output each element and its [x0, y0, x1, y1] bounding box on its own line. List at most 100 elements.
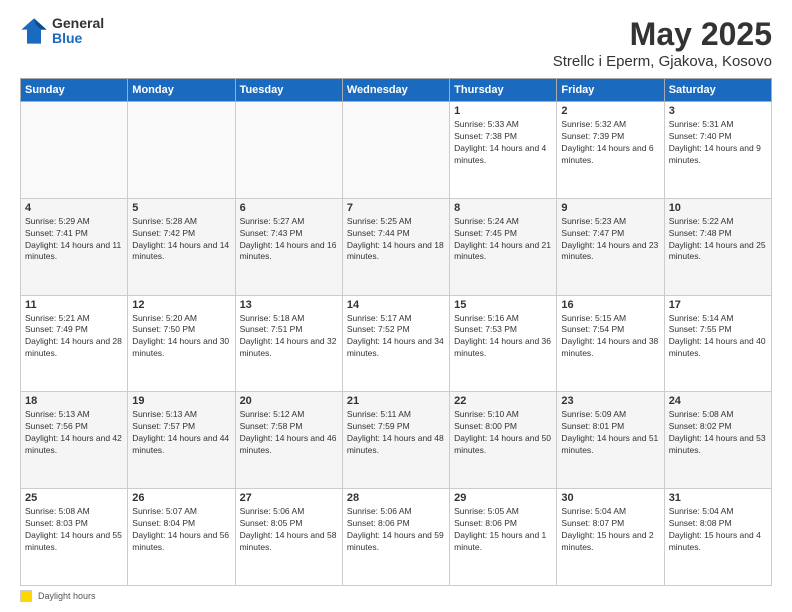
calendar-table: Sunday Monday Tuesday Wednesday Thursday…	[20, 78, 772, 586]
legend: Daylight hours	[20, 590, 772, 602]
day-number: 6	[240, 202, 338, 214]
day-info: Sunrise: 5:13 AM Sunset: 7:57 PM Dayligh…	[132, 409, 230, 457]
title-block: May 2025 Strellc i Eperm, Gjakova, Kosov…	[553, 16, 772, 70]
day-cell-1-6: 10Sunrise: 5:22 AM Sunset: 7:48 PM Dayli…	[664, 198, 771, 295]
day-number: 1	[454, 105, 552, 117]
day-cell-3-2: 20Sunrise: 5:12 AM Sunset: 7:58 PM Dayli…	[235, 392, 342, 489]
day-number: 7	[347, 202, 445, 214]
day-info: Sunrise: 5:06 AM Sunset: 8:05 PM Dayligh…	[240, 506, 338, 554]
legend-box	[20, 590, 32, 602]
day-cell-1-5: 9 Sunrise: 5:23 AM Sunset: 7:47 PM Daylig…	[557, 198, 664, 295]
day-number: 29	[454, 492, 552, 504]
day-cell-0-0	[21, 102, 128, 199]
day-info: Sunrise: 5:25 AM Sunset: 7:44 PM Dayligh…	[347, 216, 445, 264]
day-cell-2-3: 14 Sunrise: 5:17 AM Sunset: 7:52 PM Dayli…	[342, 295, 449, 392]
header-wednesday: Wednesday	[342, 79, 449, 102]
day-cell-4-1: 26Sunrise: 5:07 AM Sunset: 8:04 PM Dayli…	[128, 489, 235, 586]
day-info: Sunrise: 5:15 AM Sunset: 7:54 PM Dayligh…	[561, 313, 659, 361]
logo-general-text: General	[52, 16, 104, 31]
logo-icon	[20, 17, 48, 45]
day-info: Sunrise: 5:29 AM Sunset: 7:41 PM Dayligh…	[25, 216, 123, 264]
day-cell-4-3: 28Sunrise: 5:06 AM Sunset: 8:06 PM Dayli…	[342, 489, 449, 586]
day-cell-3-6: 24 Sunrise: 5:08 AM Sunset: 8:02 PM Dayli…	[664, 392, 771, 489]
header-sunday: Sunday	[21, 79, 128, 102]
day-cell-3-1: 19 Sunrise: 5:13 AM Sunset: 7:57 PM Dayli…	[128, 392, 235, 489]
day-cell-0-6: 3 Sunrise: 5:31 AM Sunset: 7:40 PM Daylig…	[664, 102, 771, 199]
day-info: Sunrise: 5:33 AM Sunset: 7:38 PM Dayligh…	[454, 119, 552, 167]
day-cell-3-4: 22 Sunrise: 5:10 AM Sunset: 8:00 PM Dayli…	[450, 392, 557, 489]
week-row-3: 11 Sunrise: 5:21 AM Sunset: 7:49 PM Dayli…	[21, 295, 772, 392]
day-info: Sunrise: 5:20 AM Sunset: 7:50 PM Dayligh…	[132, 313, 230, 361]
main-title: May 2025	[553, 16, 772, 53]
day-info: Sunrise: 5:11 AM Sunset: 7:59 PM Dayligh…	[347, 409, 445, 457]
day-number: 16	[561, 299, 659, 311]
legend-label: Daylight hours	[38, 591, 96, 601]
week-row-5: 25 Sunrise: 5:08 AM Sunset: 8:03 PM Dayli…	[21, 489, 772, 586]
day-cell-4-0: 25 Sunrise: 5:08 AM Sunset: 8:03 PM Dayli…	[21, 489, 128, 586]
day-cell-2-0: 11 Sunrise: 5:21 AM Sunset: 7:49 PM Dayli…	[21, 295, 128, 392]
header-tuesday: Tuesday	[235, 79, 342, 102]
day-info: Sunrise: 5:10 AM Sunset: 8:00 PM Dayligh…	[454, 409, 552, 457]
day-info: Sunrise: 5:31 AM Sunset: 7:40 PM Dayligh…	[669, 119, 767, 167]
day-number: 3	[669, 105, 767, 117]
day-cell-0-1	[128, 102, 235, 199]
day-number: 21	[347, 395, 445, 407]
day-cell-2-6: 17 Sunrise: 5:14 AM Sunset: 7:55 PM Dayli…	[664, 295, 771, 392]
day-info: Sunrise: 5:18 AM Sunset: 7:51 PM Dayligh…	[240, 313, 338, 361]
day-info: Sunrise: 5:23 AM Sunset: 7:47 PM Dayligh…	[561, 216, 659, 264]
day-number: 11	[25, 299, 123, 311]
week-row-1: 1 Sunrise: 5:33 AM Sunset: 7:38 PM Daylig…	[21, 102, 772, 199]
day-number: 14	[347, 299, 445, 311]
day-number: 2	[561, 105, 659, 117]
day-number: 31	[669, 492, 767, 504]
day-info: Sunrise: 5:08 AM Sunset: 8:02 PM Dayligh…	[669, 409, 767, 457]
day-number: 24	[669, 395, 767, 407]
day-info: Sunrise: 5:27 AM Sunset: 7:43 PM Dayligh…	[240, 216, 338, 264]
day-cell-0-2	[235, 102, 342, 199]
day-info: Sunrise: 5:06 AM Sunset: 8:06 PM Dayligh…	[347, 506, 445, 554]
day-info: Sunrise: 5:21 AM Sunset: 7:49 PM Dayligh…	[25, 313, 123, 361]
week-row-4: 18 Sunrise: 5:13 AM Sunset: 7:56 PM Dayli…	[21, 392, 772, 489]
day-info: Sunrise: 5:28 AM Sunset: 7:42 PM Dayligh…	[132, 216, 230, 264]
day-info: Sunrise: 5:22 AM Sunset: 7:48 PM Dayligh…	[669, 216, 767, 264]
day-number: 27	[240, 492, 338, 504]
day-info: Sunrise: 5:14 AM Sunset: 7:55 PM Dayligh…	[669, 313, 767, 361]
day-cell-2-1: 12 Sunrise: 5:20 AM Sunset: 7:50 PM Dayli…	[128, 295, 235, 392]
day-number: 18	[25, 395, 123, 407]
day-number: 17	[669, 299, 767, 311]
day-cell-0-3	[342, 102, 449, 199]
day-info: Sunrise: 5:04 AM Sunset: 8:08 PM Dayligh…	[669, 506, 767, 554]
day-number: 8	[454, 202, 552, 214]
day-number: 19	[132, 395, 230, 407]
day-cell-1-3: 7 Sunrise: 5:25 AM Sunset: 7:44 PM Daylig…	[342, 198, 449, 295]
logo-text: General Blue	[52, 16, 104, 47]
week-row-2: 4 Sunrise: 5:29 AM Sunset: 7:41 PM Daylig…	[21, 198, 772, 295]
day-cell-1-4: 8Sunrise: 5:24 AM Sunset: 7:45 PM Daylig…	[450, 198, 557, 295]
day-info: Sunrise: 5:17 AM Sunset: 7:52 PM Dayligh…	[347, 313, 445, 361]
day-number: 22	[454, 395, 552, 407]
day-number: 12	[132, 299, 230, 311]
subtitle: Strellc i Eperm, Gjakova, Kosovo	[553, 53, 772, 70]
calendar-header-row: Sunday Monday Tuesday Wednesday Thursday…	[21, 79, 772, 102]
day-cell-3-0: 18 Sunrise: 5:13 AM Sunset: 7:56 PM Dayli…	[21, 392, 128, 489]
day-number: 30	[561, 492, 659, 504]
logo: General Blue	[20, 16, 104, 47]
day-cell-3-5: 23Sunrise: 5:09 AM Sunset: 8:01 PM Dayli…	[557, 392, 664, 489]
day-number: 13	[240, 299, 338, 311]
day-cell-4-4: 29 Sunrise: 5:05 AM Sunset: 8:06 PM Dayli…	[450, 489, 557, 586]
day-info: Sunrise: 5:05 AM Sunset: 8:06 PM Dayligh…	[454, 506, 552, 554]
day-cell-4-6: 31 Sunrise: 5:04 AM Sunset: 8:08 PM Dayli…	[664, 489, 771, 586]
day-info: Sunrise: 5:08 AM Sunset: 8:03 PM Dayligh…	[25, 506, 123, 554]
day-number: 25	[25, 492, 123, 504]
day-number: 4	[25, 202, 123, 214]
day-cell-0-5: 2Sunrise: 5:32 AM Sunset: 7:39 PM Daylig…	[557, 102, 664, 199]
day-cell-3-3: 21 Sunrise: 5:11 AM Sunset: 7:59 PM Dayli…	[342, 392, 449, 489]
day-number: 9	[561, 202, 659, 214]
day-info: Sunrise: 5:07 AM Sunset: 8:04 PM Dayligh…	[132, 506, 230, 554]
day-info: Sunrise: 5:04 AM Sunset: 8:07 PM Dayligh…	[561, 506, 659, 554]
day-info: Sunrise: 5:09 AM Sunset: 8:01 PM Dayligh…	[561, 409, 659, 457]
day-info: Sunrise: 5:13 AM Sunset: 7:56 PM Dayligh…	[25, 409, 123, 457]
day-cell-4-5: 30 Sunrise: 5:04 AM Sunset: 8:07 PM Dayli…	[557, 489, 664, 586]
day-number: 20	[240, 395, 338, 407]
day-cell-1-1: 5Sunrise: 5:28 AM Sunset: 7:42 PM Daylig…	[128, 198, 235, 295]
